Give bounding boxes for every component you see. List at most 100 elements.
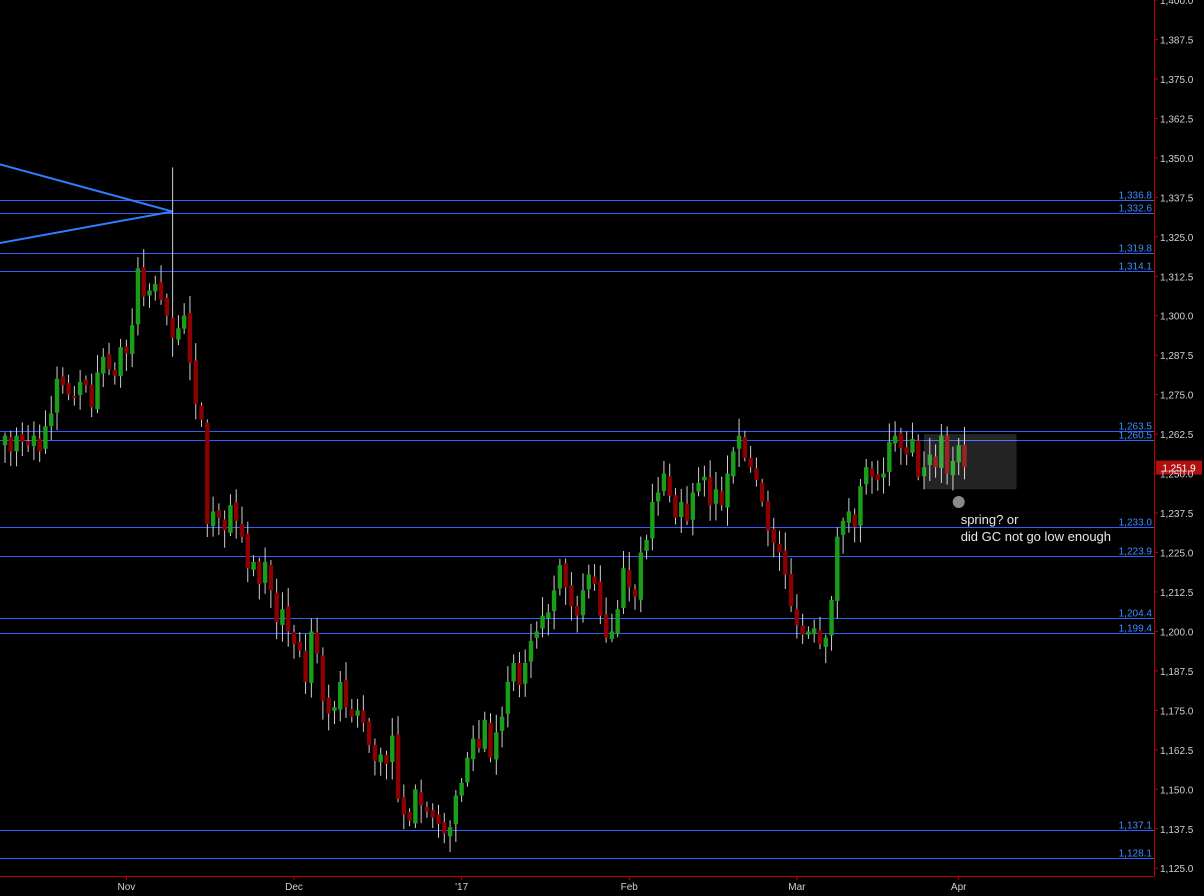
- highlight-box: [924, 434, 1017, 490]
- candle-body: [384, 755, 389, 765]
- candle-body: [505, 681, 511, 714]
- candle-body: [239, 523, 245, 537]
- candle-body: [603, 614, 609, 638]
- candle-body: [234, 502, 239, 521]
- candle-body: [916, 440, 921, 477]
- candle-body: [395, 734, 401, 799]
- y-tick-label: 1,262.5: [1160, 430, 1194, 441]
- candle-body: [788, 573, 794, 607]
- annotation-text: spring? or: [961, 512, 1019, 527]
- candle-body: [707, 477, 713, 506]
- candle-body: [60, 376, 65, 386]
- candle-body: [262, 561, 268, 583]
- candle-body: [326, 697, 331, 714]
- candle-body: [667, 476, 672, 496]
- y-tick-label: 1,275.0: [1160, 391, 1194, 402]
- candle-body: [77, 382, 83, 396]
- candle-body: [424, 807, 430, 812]
- candle-body: [153, 284, 158, 292]
- candle-body: [164, 297, 170, 316]
- y-tick-label: 1,150.0: [1160, 785, 1194, 796]
- candle-body: [592, 576, 597, 585]
- candle-body: [465, 757, 470, 783]
- candle-body: [621, 568, 626, 609]
- candle-body: [575, 605, 580, 616]
- candle-body: [268, 564, 274, 591]
- candle-body: [349, 709, 354, 717]
- candle-body: [407, 812, 412, 821]
- candle-body: [904, 447, 909, 455]
- candle-body: [72, 395, 77, 398]
- candle-body: [459, 782, 464, 796]
- candle-body: [320, 655, 326, 701]
- candle-body: [2, 435, 8, 446]
- candle-body: [372, 744, 378, 761]
- candle-body: [361, 710, 366, 723]
- candle-body: [343, 680, 349, 708]
- candle-body: [14, 435, 19, 452]
- candle-body: [569, 585, 574, 607]
- candle-body: [129, 325, 135, 354]
- candle-body: [366, 721, 372, 746]
- x-tick-label: Feb: [621, 882, 639, 893]
- candle-body: [540, 615, 545, 629]
- candle-body: [898, 433, 904, 449]
- candle-body: [719, 491, 724, 506]
- candle-body: [806, 631, 811, 635]
- y-tick-label: 1,200.0: [1160, 627, 1194, 638]
- y-tick-label: 1,325.0: [1160, 233, 1194, 244]
- candle-body: [314, 632, 320, 654]
- candle-body: [66, 383, 71, 395]
- candle-body: [401, 797, 407, 815]
- horizontal-level-label: 1,137.1: [1119, 821, 1153, 832]
- candle-body: [835, 536, 840, 602]
- candle-body: [470, 738, 476, 760]
- x-tick-label: Mar: [788, 882, 806, 893]
- candle-body: [794, 608, 800, 626]
- horizontal-level-label: 1,128.1: [1119, 849, 1153, 860]
- candle-body: [124, 346, 129, 354]
- y-tick-label: 1,387.5: [1160, 35, 1194, 46]
- candle-body: [580, 590, 586, 616]
- candle-body: [332, 707, 337, 711]
- candle-body: [447, 827, 453, 837]
- candle-body: [864, 467, 869, 485]
- y-tick-label: 1,362.5: [1160, 114, 1194, 125]
- candle-body: [748, 457, 753, 468]
- candle-body: [742, 437, 748, 458]
- horizontal-level-label: 1,332.6: [1119, 204, 1153, 215]
- y-tick-label: 1,250.0: [1160, 470, 1194, 481]
- candle-body: [534, 631, 539, 638]
- candle-body: [199, 405, 204, 420]
- candle-body: [54, 378, 60, 413]
- candle-body: [638, 552, 643, 600]
- candle-body: [338, 681, 343, 710]
- candle-body: [31, 435, 37, 446]
- candle-body: [499, 716, 505, 731]
- candle-body: [627, 570, 632, 588]
- candle-body: [528, 640, 534, 662]
- candle-body: [887, 442, 892, 472]
- candle-body: [251, 561, 256, 570]
- candle-body: [840, 520, 846, 535]
- candle-body: [684, 503, 690, 521]
- candle-body: [777, 543, 782, 553]
- candle-body: [771, 528, 776, 544]
- horizontal-level-label: 1,233.0: [1119, 518, 1153, 529]
- candle-body: [655, 492, 661, 502]
- candle-body: [355, 710, 360, 716]
- candle-body: [852, 514, 857, 528]
- candle-body: [609, 631, 615, 639]
- horizontal-level-label: 1,319.8: [1119, 244, 1153, 255]
- candle-body: [812, 628, 817, 635]
- y-tick-label: 1,400.0: [1160, 0, 1194, 7]
- y-tick-label: 1,237.5: [1160, 509, 1194, 520]
- candle-body: [673, 495, 678, 518]
- candle-body: [586, 574, 591, 590]
- horizontal-level-label: 1,204.4: [1119, 609, 1153, 620]
- y-tick-label: 1,187.5: [1160, 667, 1194, 678]
- candle-body: [702, 476, 707, 481]
- candle-body: [476, 738, 482, 749]
- candle-body: [823, 637, 828, 647]
- y-tick-label: 1,162.5: [1160, 746, 1194, 757]
